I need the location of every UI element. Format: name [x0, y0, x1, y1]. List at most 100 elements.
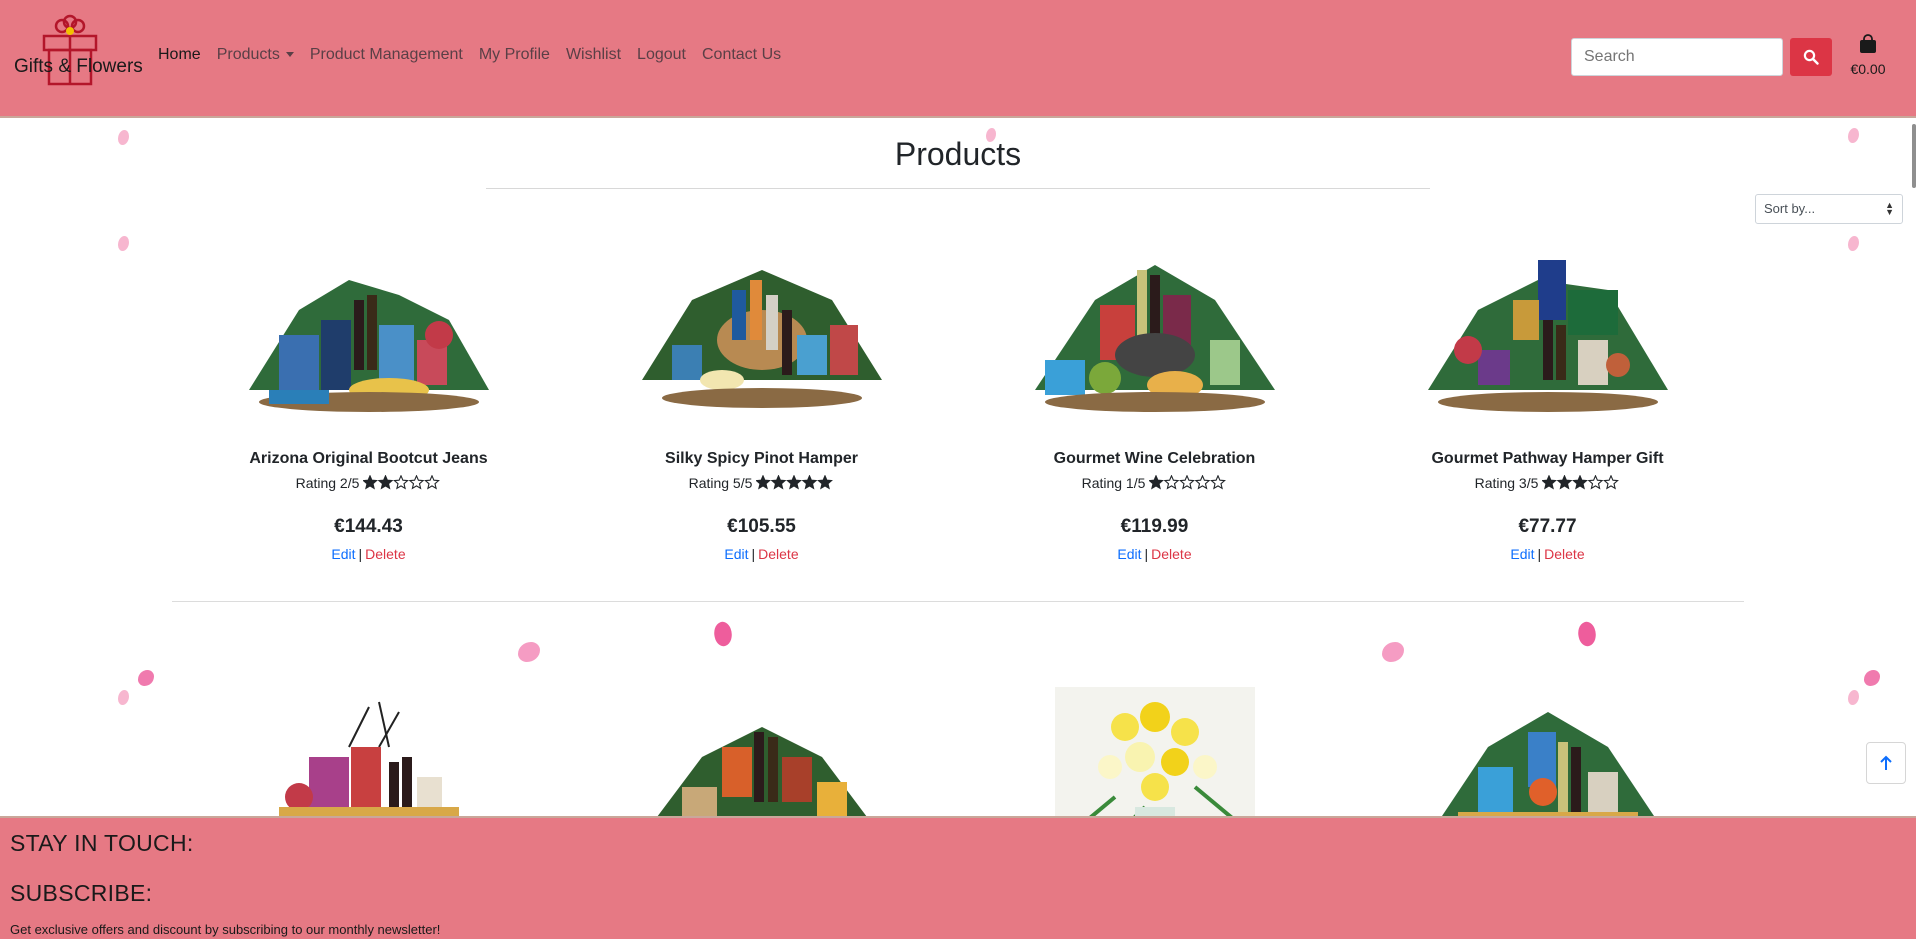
- star-empty-icon: [1194, 474, 1211, 490]
- star-rating-icon: [1148, 474, 1227, 493]
- separator: |: [358, 546, 363, 562]
- product-name[interactable]: Silky Spicy Pinot Hamper: [565, 450, 958, 468]
- footer: STAY IN TOUCH: SUBSCRIBE: Get exclusive …: [0, 816, 1916, 939]
- star-filled-icon: [377, 474, 394, 490]
- star-empty-icon: [1179, 474, 1196, 490]
- product-name[interactable]: Gourmet Wine Celebration: [958, 450, 1351, 468]
- brand-name: Gifts & Flowers: [14, 56, 143, 77]
- shopping-bag-icon: [1860, 34, 1876, 53]
- product-image[interactable]: [632, 240, 892, 430]
- separator: |: [1537, 546, 1542, 562]
- star-filled-icon: [1148, 474, 1165, 490]
- product-row: Arizona Original Bootcut Jeans Rating 2/…: [172, 230, 1744, 590]
- product-price: €119.99: [1120, 516, 1189, 537]
- product-actions: Edit | Delete: [1351, 546, 1744, 562]
- delete-link[interactable]: Delete: [1544, 546, 1584, 562]
- petal-decoration: [118, 236, 129, 251]
- product-actions: Edit | Delete: [565, 546, 958, 562]
- star-empty-icon: [424, 474, 441, 490]
- product-image[interactable]: [1418, 240, 1678, 430]
- product-card: Gourmet Pathway Hamper Gift Rating 3/5 €…: [1351, 230, 1744, 590]
- arrow-up-icon: [1880, 755, 1892, 770]
- petal-decoration: [118, 690, 129, 705]
- star-filled-icon: [817, 474, 834, 490]
- petal-decoration: [518, 642, 540, 662]
- product-price: €144.43: [334, 516, 403, 537]
- star-filled-icon: [770, 474, 787, 490]
- nav-contact-us[interactable]: Contact Us: [702, 46, 781, 64]
- search-input[interactable]: [1571, 38, 1783, 76]
- nav-products-dropdown[interactable]: Products: [217, 46, 294, 64]
- delete-link[interactable]: Delete: [1151, 546, 1191, 562]
- separator: |: [751, 546, 756, 562]
- star-rating-icon: [1541, 474, 1620, 493]
- subscribe-heading: SUBSCRIBE:: [10, 880, 153, 906]
- sort-select[interactable]: Sort by... ▲ ▼: [1755, 194, 1903, 224]
- row-divider: [172, 601, 1744, 602]
- nav-home[interactable]: Home: [158, 46, 201, 64]
- edit-link[interactable]: Edit: [1117, 546, 1141, 562]
- brand-logo[interactable]: Gifts & Flowers: [14, 14, 143, 88]
- product-rating: Rating 5/5: [565, 474, 958, 493]
- star-empty-icon: [1587, 474, 1604, 490]
- product-card: Gourmet Wine Celebration Rating 1/5 €119…: [958, 230, 1351, 590]
- petal-decoration: [1382, 642, 1404, 662]
- delete-link[interactable]: Delete: [365, 546, 405, 562]
- main-content: Products Sort by... ▲ ▼ Arizona Original …: [0, 120, 1916, 816]
- nav-product-management[interactable]: Product Management: [310, 46, 463, 64]
- search-icon: [1803, 49, 1819, 65]
- rating-text: Rating 3/5: [1474, 475, 1539, 491]
- product-price: €105.55: [727, 516, 796, 537]
- nav-my-profile[interactable]: My Profile: [479, 46, 550, 64]
- nav-logout[interactable]: Logout: [637, 46, 686, 64]
- main-nav: Home Products Product Management My Prof…: [158, 46, 797, 64]
- edit-link[interactable]: Edit: [724, 546, 748, 562]
- product-card: [172, 665, 565, 816]
- separator: |: [1144, 546, 1149, 562]
- product-image[interactable]: [1418, 687, 1678, 816]
- title-divider: [486, 188, 1430, 189]
- delete-link[interactable]: Delete: [758, 546, 798, 562]
- product-rating: Rating 3/5: [1351, 474, 1744, 493]
- star-filled-icon: [801, 474, 818, 490]
- product-row: [172, 665, 1744, 816]
- petal-decoration: [1864, 670, 1880, 686]
- petal-decoration: [710, 619, 736, 649]
- product-actions: Edit | Delete: [172, 546, 565, 562]
- product-actions: Edit | Delete: [958, 546, 1351, 562]
- newsletter-text: Get exclusive offers and discount by sub…: [10, 922, 441, 937]
- caret-down-icon: [285, 52, 294, 58]
- cart-link[interactable]: €0.00: [1845, 34, 1891, 77]
- sort-select-value: Sort by...: [1764, 201, 1816, 216]
- rating-text: Rating 2/5: [295, 475, 360, 491]
- stay-in-touch-heading: STAY IN TOUCH:: [10, 830, 194, 856]
- nav-wishlist[interactable]: Wishlist: [566, 46, 621, 64]
- star-filled-icon: [1541, 474, 1558, 490]
- product-name[interactable]: Arizona Original Bootcut Jeans: [172, 450, 565, 468]
- star-empty-icon: [393, 474, 410, 490]
- cart-total: €0.00: [1850, 61, 1886, 77]
- product-price: €77.77: [1518, 516, 1577, 537]
- product-image[interactable]: [1025, 240, 1285, 430]
- search-button[interactable]: [1790, 38, 1832, 76]
- navbar: Gifts & Flowers Home Products Product Ma…: [0, 0, 1916, 118]
- product-image[interactable]: [1054, 687, 1255, 816]
- rating-text: Rating 5/5: [688, 475, 753, 491]
- nav-products-label: Products: [216, 46, 280, 63]
- star-filled-icon: [1556, 474, 1573, 490]
- product-card: Silky Spicy Pinot Hamper Rating 5/5 €105…: [565, 230, 958, 590]
- edit-link[interactable]: Edit: [331, 546, 355, 562]
- product-name[interactable]: Gourmet Pathway Hamper Gift: [1351, 450, 1744, 468]
- rating-text: Rating 1/5: [1081, 475, 1146, 491]
- product-image[interactable]: [239, 687, 499, 816]
- star-filled-icon: [362, 474, 379, 490]
- product-image[interactable]: [632, 687, 892, 816]
- star-rating-icon: [755, 474, 834, 493]
- page-scrollbar[interactable]: [1912, 124, 1916, 188]
- edit-link[interactable]: Edit: [1510, 546, 1534, 562]
- star-empty-icon: [1603, 474, 1620, 490]
- product-image[interactable]: [239, 240, 499, 430]
- product-card: [958, 665, 1351, 816]
- back-to-top-button[interactable]: [1866, 742, 1906, 784]
- petal-decoration: [1848, 690, 1859, 705]
